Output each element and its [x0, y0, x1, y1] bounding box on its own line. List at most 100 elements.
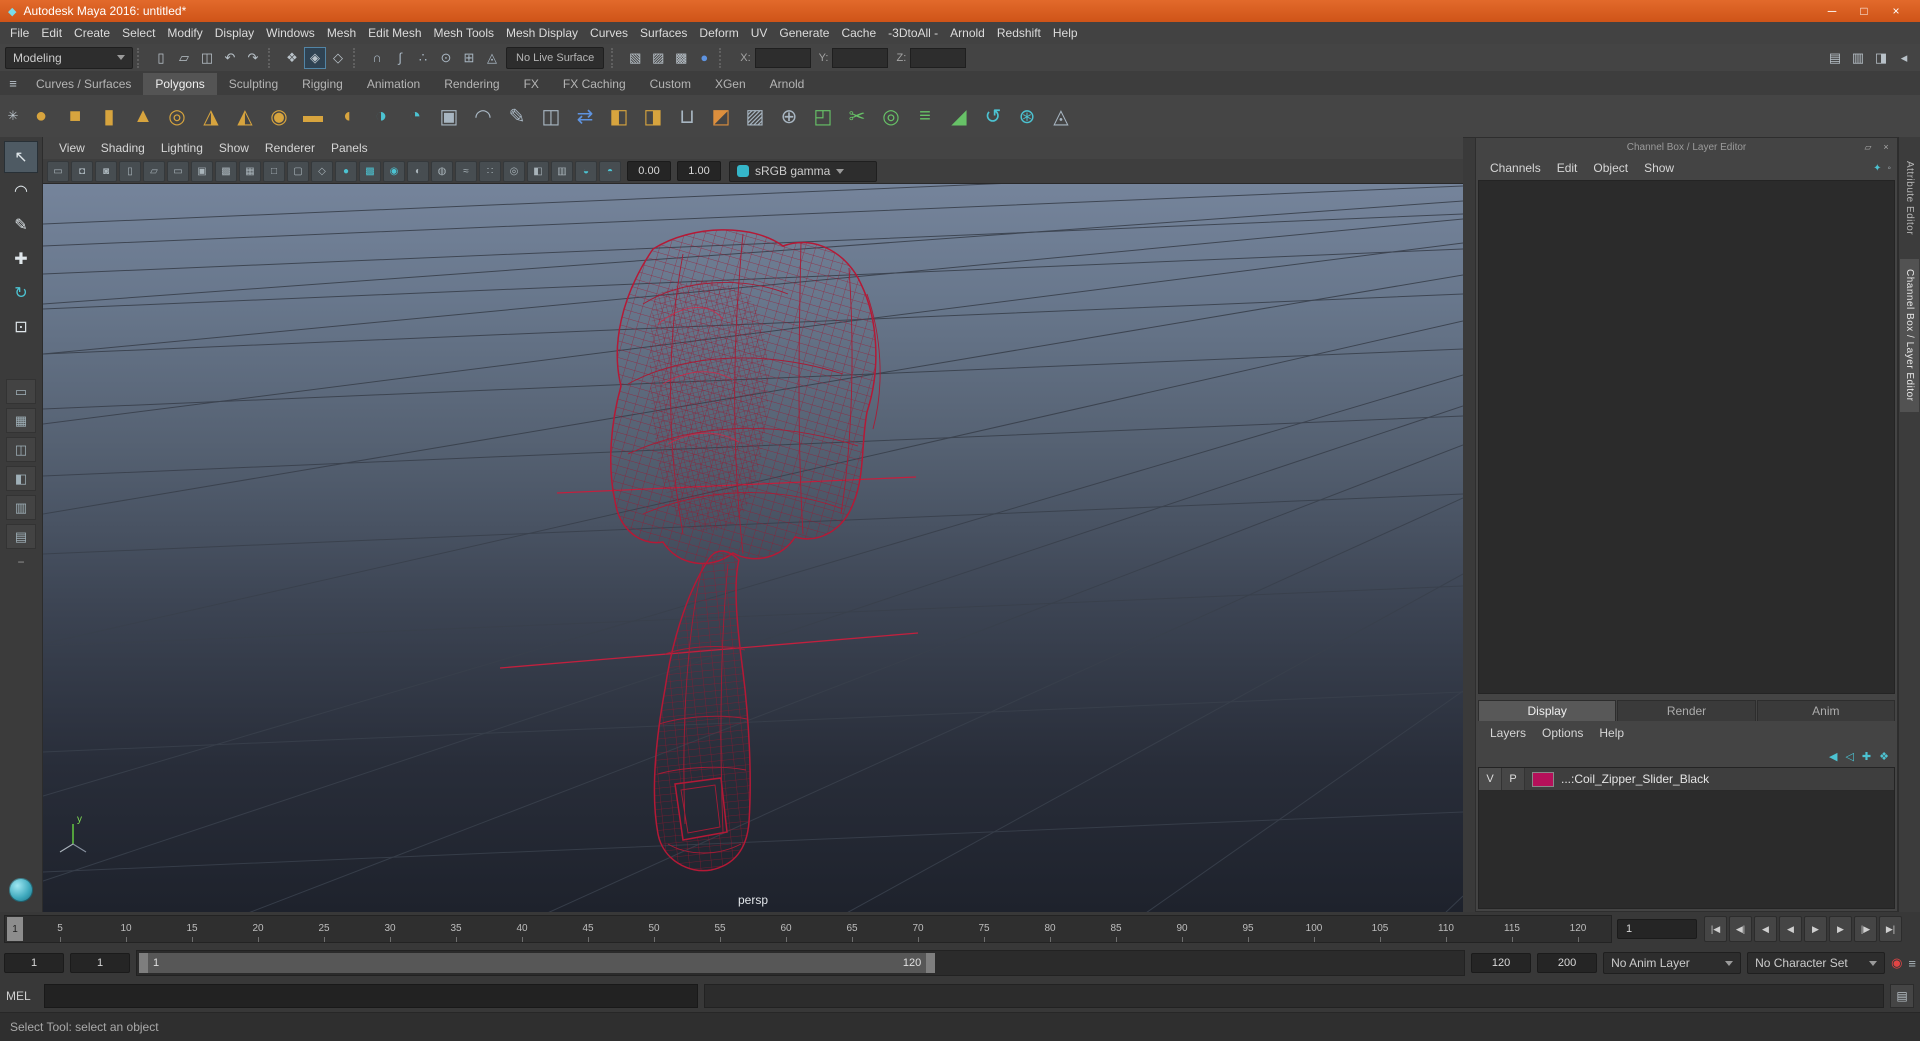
poly-pyramid-icon[interactable]: ◮: [194, 99, 228, 133]
layer-tab-display[interactable]: Display: [1478, 700, 1617, 721]
shelf-tab-polygons[interactable]: Polygons: [143, 73, 217, 95]
make-live-icon[interactable]: ◬: [481, 47, 503, 69]
separate-icon[interactable]: ◨: [636, 99, 670, 133]
shelf-editor-gear-icon[interactable]: ✳: [2, 105, 24, 127]
channel-box-menu-item[interactable]: Channels: [1482, 161, 1549, 175]
shelf-tab-fx[interactable]: FX: [512, 73, 551, 95]
exposure-icon[interactable]: ◒: [575, 160, 597, 182]
play-forwards-button[interactable]: ▶: [1804, 916, 1827, 942]
menubar-item[interactable]: File: [4, 26, 35, 40]
camera-attributes-icon[interactable]: ◙: [95, 160, 117, 182]
panel-menu-item[interactable]: Shading: [93, 141, 153, 155]
shelf-tab-arnold[interactable]: Arnold: [758, 73, 817, 95]
poly-prism-icon[interactable]: ◭: [228, 99, 262, 133]
shelf-tab-fx-caching[interactable]: FX Caching: [551, 73, 638, 95]
textured-icon[interactable]: ▩: [359, 160, 381, 182]
snap-grid-icon[interactable]: ∩: [366, 47, 388, 69]
menubar-item[interactable]: Mesh: [321, 26, 362, 40]
pencil-curve-icon[interactable]: ✎: [500, 99, 534, 133]
poly-disc-icon[interactable]: ◖: [330, 99, 364, 133]
animation-preferences-icon[interactable]: ≡: [1908, 956, 1916, 971]
quick-layout-hypershade-button[interactable]: ▤: [6, 524, 36, 549]
smooth-shade-icon[interactable]: ●: [335, 160, 357, 182]
depth-of-field-icon[interactable]: ◎: [503, 160, 525, 182]
new-scene-icon[interactable]: ▯: [150, 47, 172, 69]
connect-icon[interactable]: ≡: [908, 99, 942, 133]
crease-icon[interactable]: ◢: [942, 99, 976, 133]
show-channel-box-icon[interactable]: ◨: [1870, 47, 1892, 69]
snap-view-plane-icon[interactable]: ⊞: [458, 47, 480, 69]
smooth-mesh-icon[interactable]: ◑: [364, 99, 398, 133]
playback-range-bar[interactable]: 1 120: [139, 953, 936, 973]
poly-plane-icon[interactable]: ▬: [296, 99, 330, 133]
quick-layout-single-button[interactable]: ▭: [6, 379, 36, 404]
image-plane-icon[interactable]: ▱: [143, 160, 165, 182]
section-grip[interactable]: [268, 47, 277, 68]
layer-editor-menu-item[interactable]: Help: [1591, 726, 1632, 740]
view-transform-dropdown[interactable]: sRGB gamma: [729, 160, 877, 182]
show-attribute-editor-icon[interactable]: ▤: [1824, 47, 1846, 69]
extrude-icon[interactable]: ⊔: [670, 99, 704, 133]
range-start-handle[interactable]: [139, 953, 148, 973]
poly-text-icon[interactable]: ▣: [432, 99, 466, 133]
play-backwards-button[interactable]: ◀: [1779, 916, 1802, 942]
channel-box-menu-item[interactable]: Edit: [1549, 161, 1586, 175]
poly-cube-icon[interactable]: ■: [58, 99, 92, 133]
shelf-tab-rendering[interactable]: Rendering: [432, 73, 511, 95]
go-to-start-button[interactable]: |◀: [1704, 916, 1727, 942]
quick-layout-four-button[interactable]: ▦: [6, 408, 36, 433]
shadows-icon[interactable]: ◐: [407, 160, 429, 182]
safe-title-icon[interactable]: ▢: [287, 160, 309, 182]
render-settings-icon[interactable]: ▩: [670, 47, 692, 69]
render-current-frame-icon[interactable]: ▧: [624, 47, 646, 69]
command-result-field[interactable]: [704, 984, 1884, 1008]
menubar-item[interactable]: Surfaces: [634, 26, 693, 40]
menubar-item[interactable]: UV: [745, 26, 774, 40]
menubar-item[interactable]: Generate: [773, 26, 835, 40]
poly-pipe-icon[interactable]: ◉: [262, 99, 296, 133]
current-time-field[interactable]: 1: [1617, 919, 1697, 939]
spin-edge-icon[interactable]: ↺: [976, 99, 1010, 133]
hypershade-icon[interactable]: ●: [693, 47, 715, 69]
shelf-tab-rigging[interactable]: Rigging: [290, 73, 355, 95]
object-mode-icon[interactable]: ◈: [304, 46, 326, 69]
manipulator-icon[interactable]: ✦: [1873, 163, 1881, 174]
layer-unsync-icon[interactable]: ◁: [1845, 750, 1853, 763]
sweep-mesh-icon[interactable]: ◠: [466, 99, 500, 133]
shelf-tab-xgen[interactable]: XGen: [703, 73, 758, 95]
lock-camera-icon[interactable]: ◘: [71, 160, 93, 182]
tab-attribute-editor[interactable]: Attribute Editor: [1900, 151, 1919, 245]
gamma-field[interactable]: 1.00: [677, 161, 721, 181]
gamma-icon[interactable]: ◓: [599, 160, 621, 182]
redo-icon[interactable]: ↷: [242, 47, 264, 69]
scale-tool[interactable]: ⊡: [4, 311, 38, 343]
use-all-lights-icon[interactable]: ◉: [383, 160, 405, 182]
menubar-item[interactable]: Mesh Display: [500, 26, 584, 40]
select-tool[interactable]: ↖: [4, 141, 38, 173]
channel-box-menu-item[interactable]: Show: [1636, 161, 1682, 175]
menubar-item[interactable]: Modify: [161, 26, 208, 40]
menubar-item[interactable]: Create: [68, 26, 116, 40]
section-grip[interactable]: [611, 47, 620, 68]
channel-list-empty[interactable]: [1478, 180, 1895, 694]
step-forward-key-button[interactable]: |▶: [1854, 916, 1877, 942]
statusline-collapse-icon[interactable]: ◂: [1893, 47, 1915, 69]
current-frame-marker[interactable]: 1: [7, 917, 23, 941]
transfer-attributes-icon[interactable]: ⇄: [568, 99, 602, 133]
menubar-item[interactable]: Arnold: [944, 26, 991, 40]
layer-playback-toggle[interactable]: P: [1502, 768, 1525, 790]
mel-input[interactable]: [44, 984, 698, 1008]
range-end-handle[interactable]: [926, 953, 936, 973]
step-back-key-button[interactable]: ◀|: [1729, 916, 1752, 942]
x-coordinate-field[interactable]: [754, 47, 811, 68]
poly-sphere-icon[interactable]: ●: [24, 99, 58, 133]
mirror-icon[interactable]: ◬: [1044, 99, 1078, 133]
go-to-end-button[interactable]: ▶|: [1879, 916, 1902, 942]
menubar-item[interactable]: Redshift: [991, 26, 1047, 40]
panel-close-icon[interactable]: ×: [1879, 140, 1893, 154]
live-surface-field[interactable]: No Live Surface: [506, 46, 605, 69]
ipr-render-icon[interactable]: ▨: [647, 47, 669, 69]
select-camera-icon[interactable]: ▭: [47, 160, 69, 182]
multisample-icon[interactable]: ∷: [479, 160, 501, 182]
maximize-button[interactable]: □: [1848, 0, 1880, 22]
